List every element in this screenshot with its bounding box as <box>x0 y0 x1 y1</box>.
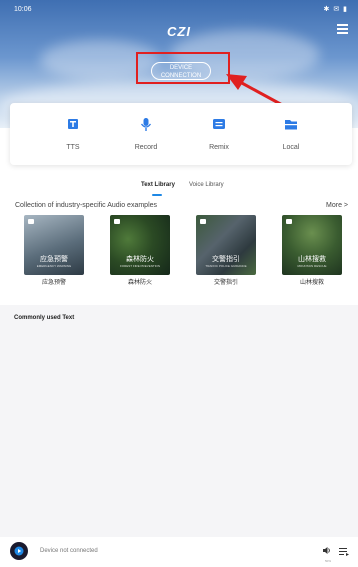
tts-icon <box>68 119 78 129</box>
audio-caption: 森林防火 <box>127 280 152 286</box>
audio-thumbnail: 山林搜救 MOUNTAIN RESCUE <box>282 215 342 275</box>
common-text-section: Commonly used Text <box>0 305 358 537</box>
audio-caption: 应急预警 <box>41 280 66 286</box>
audio-example-card[interactable]: 山林搜救 MOUNTAIN RESCUE 山林搜救 <box>282 215 342 286</box>
status-time: 10:06 <box>14 6 32 13</box>
remix-icon <box>213 119 225 129</box>
audio-thumbnail: 应急预警 EMERGENCY WARNING <box>24 215 84 275</box>
tab-voice-library[interactable]: Voice Library <box>189 182 224 188</box>
thumbnail-subtitle: EMERGENCY WARNING <box>36 264 72 268</box>
text-badge-icon <box>200 219 206 224</box>
audio-caption: 交警指引 <box>213 280 238 286</box>
app-logo: CZI <box>167 24 191 39</box>
local-folder-icon <box>285 120 297 130</box>
function-local[interactable]: Local <box>261 117 321 151</box>
volume-label: 50% <box>324 559 331 563</box>
audio-thumbnail: 森林防火 FOREST FIRE PREVENTION <box>110 215 170 275</box>
function-remix[interactable]: Remix <box>189 117 249 151</box>
playlist-icon[interactable] <box>339 547 349 556</box>
thumbnail-title: 森林防火 <box>126 256 154 263</box>
collection-title: Collection of industry-specific Audio ex… <box>15 202 158 209</box>
audio-thumbnail: 交警指引 TRAFFIC POLICE GUIDANCE <box>196 215 256 275</box>
common-text-title: Commonly used Text <box>14 315 75 321</box>
function-card: TTS Record Remix Local <box>10 103 352 165</box>
audio-example-card[interactable]: 交警指引 TRAFFIC POLICE GUIDANCE 交警指引 <box>196 215 256 286</box>
highlight-box <box>136 52 230 84</box>
text-badge-icon <box>28 219 34 224</box>
active-tab-indicator <box>152 194 162 196</box>
function-label: Remix <box>209 144 229 151</box>
audio-example-card[interactable]: 森林防火 FOREST FIRE PREVENTION 森林防火 <box>110 215 170 286</box>
volume-icon[interactable] <box>322 546 331 555</box>
function-record[interactable]: Record <box>116 117 176 151</box>
library-tabs: Text Library Voice Library <box>0 182 358 196</box>
play-icon <box>14 546 24 556</box>
status-icons: ✱ ✉ ▮ <box>323 6 348 13</box>
text-badge-icon <box>114 219 120 224</box>
thumbnail-subtitle: MOUNTAIN RESCUE <box>297 264 327 268</box>
audio-example-card[interactable]: 应急预警 EMERGENCY WARNING 应急预警 <box>24 215 84 286</box>
audio-caption: 山林搜救 <box>299 280 324 286</box>
text-badge-icon <box>286 219 292 224</box>
tab-text-library[interactable]: Text Library <box>141 182 175 188</box>
function-tts[interactable]: TTS <box>43 117 103 151</box>
function-label: Record <box>134 144 158 151</box>
thumbnail-title: 山林搜救 <box>298 256 326 263</box>
thumbnail-title: 交警指引 <box>212 256 240 263</box>
connection-status: Device not connected <box>40 548 98 554</box>
microphone-icon <box>140 118 152 131</box>
thumbnail-subtitle: FOREST FIRE PREVENTION <box>119 264 161 268</box>
menu-icon[interactable] <box>337 24 348 34</box>
function-label: Local <box>282 144 300 151</box>
player-bar: Device not connected 50% <box>0 537 358 567</box>
function-label: TTS <box>66 144 80 151</box>
thumbnail-subtitle: TRAFFIC POLICE GUIDANCE <box>205 264 247 268</box>
thumbnail-title: 应急预警 <box>40 256 68 263</box>
more-link[interactable]: More > <box>326 202 348 209</box>
play-button[interactable] <box>10 542 28 560</box>
